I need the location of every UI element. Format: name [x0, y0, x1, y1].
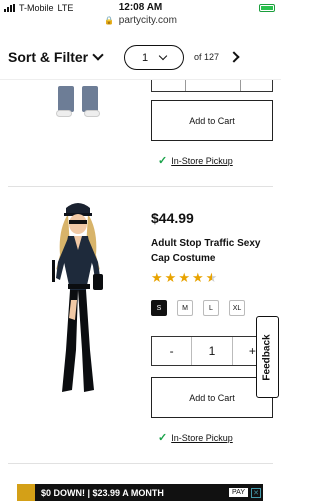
product-price: $44.99	[151, 210, 194, 226]
divider	[8, 186, 273, 187]
rating-stars: ★ ★ ★ ★ ★	[151, 271, 217, 284]
battery-icon	[259, 4, 275, 12]
size-option-l[interactable]: L	[203, 300, 219, 316]
star-icon: ★	[151, 270, 163, 285]
in-store-pickup-link[interactable]: In-Store Pickup	[171, 156, 233, 166]
in-store-pickup-link[interactable]: In-Store Pickup	[171, 433, 233, 443]
half-star-icon: ★	[205, 270, 218, 285]
star-icon: ★	[191, 270, 204, 285]
sort-filter-button[interactable]: Sort & Filter	[8, 49, 104, 65]
ad-text: $0 DOWN! | $23.99 A MONTH	[41, 487, 164, 498]
in-store-pickup: ✓ In-Store Pickup	[158, 154, 233, 167]
total-pages: of 127	[194, 52, 220, 62]
chevron-down-icon	[158, 51, 168, 60]
quantity-stepper[interactable]	[151, 80, 273, 92]
product-name[interactable]: Adult Stop Traffic Sexy Cap Costume	[151, 236, 271, 266]
sort-filter-label: Sort & Filter	[8, 49, 89, 65]
decrease-quantity-button[interactable]: -	[152, 337, 191, 365]
clock: 12:08 AM	[118, 2, 163, 13]
current-page: 1	[141, 51, 149, 64]
product-image[interactable]	[38, 200, 118, 400]
size-option-xl[interactable]: XL	[229, 300, 245, 316]
results-toolbar: Sort & Filter 1 of 127	[0, 40, 281, 80]
in-store-pickup: ✓ In-Store Pickup	[158, 431, 233, 444]
ad-cta[interactable]: PAY	[229, 488, 248, 497]
ad-banner[interactable]: $0 DOWN! | $23.99 A MONTH PAY ✕	[17, 484, 263, 501]
feedback-tab[interactable]: Feedback	[256, 316, 279, 398]
chevron-down-icon	[92, 49, 104, 61]
close-icon[interactable]: ✕	[251, 487, 261, 498]
size-option-s[interactable]: S	[151, 300, 167, 316]
status-bar: T-Mobile LTE 12:08 AM 🔒 partycity.com	[0, 0, 281, 40]
size-option-m[interactable]: M	[177, 300, 193, 316]
quantity-stepper: - 1 +	[151, 336, 273, 366]
divider	[8, 463, 273, 464]
lock-icon: 🔒	[104, 16, 114, 25]
feedback-label: Feedback	[262, 333, 274, 381]
star-icon: ★	[164, 270, 177, 285]
check-icon: ✓	[158, 432, 168, 444]
page-select[interactable]: 1	[124, 45, 184, 70]
product-image[interactable]	[56, 86, 102, 120]
check-icon: ✓	[158, 155, 168, 167]
next-page-icon[interactable]	[228, 51, 240, 63]
url-text: partycity.com	[118, 15, 177, 26]
address-bar[interactable]: 🔒 partycity.com	[0, 15, 281, 26]
star-icon: ★	[178, 270, 190, 285]
size-options: S M L XL	[151, 300, 245, 316]
add-to-cart-button[interactable]: Add to Cart	[151, 100, 273, 141]
ad-logo	[17, 484, 35, 501]
quantity-value[interactable]: 1	[191, 337, 233, 365]
add-to-cart-button[interactable]: Add to Cart	[151, 377, 273, 418]
